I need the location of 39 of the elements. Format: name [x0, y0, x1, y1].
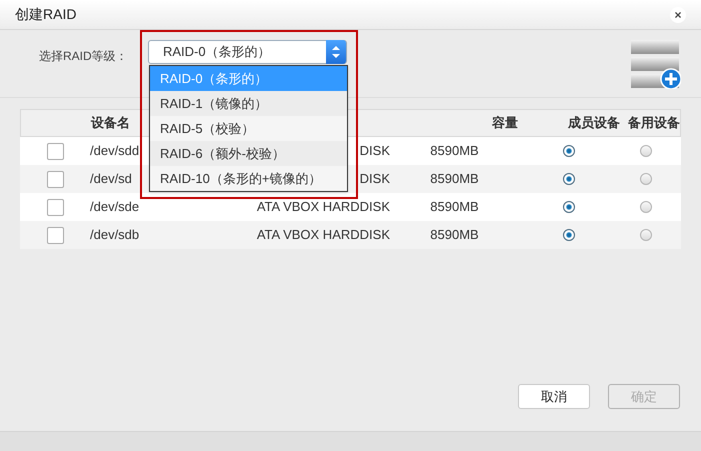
spinner-icon: [326, 40, 346, 64]
column-header: 成员设备: [566, 114, 620, 132]
radio-button[interactable]: [562, 229, 574, 241]
dropdown-option[interactable]: RAID-5（校验）: [150, 116, 347, 141]
radio-button[interactable]: [562, 173, 574, 185]
checkbox[interactable]: [46, 226, 64, 244]
table-cell: 8590MB: [430, 199, 479, 214]
table-cell: 8590MB: [430, 143, 479, 158]
dropdown-option[interactable]: RAID-10（条形的+镜像的）: [150, 166, 347, 191]
table-cell: /dev/sdb: [90, 227, 140, 242]
radio-button[interactable]: [640, 145, 652, 157]
table-cell: DISK: [360, 171, 390, 186]
table-cell: ATA VBOX HARDDISK: [256, 199, 390, 214]
window-title: 创建RAID: [15, 5, 76, 24]
field-label: 选择RAID等级：: [39, 48, 129, 65]
raid-level-select[interactable]: RAID-0（条形的）: [148, 40, 347, 64]
table-cell: 8590MB: [430, 171, 479, 186]
column-header: 容量: [491, 114, 519, 132]
dropdown-option[interactable]: RAID-1（镜像的）: [150, 91, 347, 116]
radio-button[interactable]: [640, 229, 652, 241]
column-header: 备用设备: [626, 114, 680, 132]
table-cell: /dev/sdd: [90, 143, 140, 158]
close-button[interactable]: ×: [670, 6, 686, 22]
checkbox[interactable]: [46, 198, 64, 216]
table-cell: /dev/sde: [90, 199, 140, 214]
table-cell: ATA VBOX HARDDISK: [256, 227, 390, 242]
dialog-button[interactable]: 取消: [518, 384, 590, 409]
disk-add-icon: [631, 40, 681, 89]
radio-button[interactable]: [562, 201, 574, 213]
table-cell: /dev/sd: [90, 171, 132, 186]
radio-button[interactable]: [562, 145, 574, 157]
radio-button[interactable]: [640, 173, 652, 185]
table-cell: 8590MB: [430, 227, 479, 242]
checkbox[interactable]: [46, 170, 64, 188]
radio-button[interactable]: [640, 201, 652, 213]
table-cell: DISK: [360, 143, 390, 158]
checkbox[interactable]: [46, 142, 64, 160]
column-header: 设备名: [91, 115, 130, 130]
dropdown-option[interactable]: RAID-6（额外-校验）: [150, 141, 347, 166]
